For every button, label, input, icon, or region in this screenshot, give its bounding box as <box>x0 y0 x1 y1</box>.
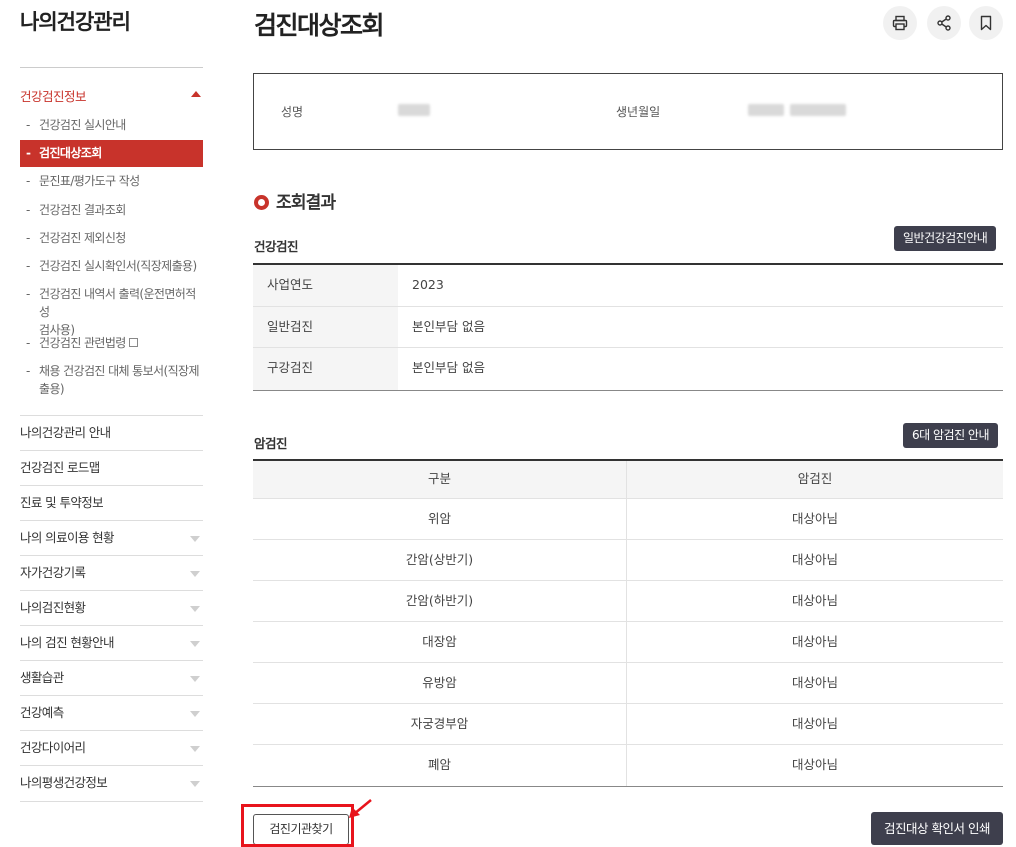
print-button[interactable] <box>883 6 917 40</box>
cancer-checkup-table: 구분 암검진 위암 대상아님 간암(상반기) 대상아님 간암(하반기) 대상아님… <box>253 459 1003 787</box>
annotation-highlight-box <box>241 804 354 847</box>
menu-item-lifestyle[interactable]: 생활습관 <box>20 660 203 695</box>
chevron-down-icon <box>190 711 200 717</box>
table-header: 구분 암검진 <box>253 461 1003 499</box>
sidebar-subitem-checkup-results[interactable]: - 건강검진 결과조회 <box>20 201 203 219</box>
sidebar-subitem-confirmation[interactable]: - 건강검진 실시확인서(직장제출용) <box>20 257 203 275</box>
menu-item-health-prediction[interactable]: 건강예측 <box>20 695 203 730</box>
sidebar-subitem-exclusion-request[interactable]: - 건강검진 제외신청 <box>20 229 203 247</box>
chevron-down-icon <box>190 676 200 682</box>
menu-item-guide[interactable]: 나의건강관리 안내 <box>20 415 203 450</box>
menu-item-treatment[interactable]: 진료 및 투약정보 <box>20 485 203 520</box>
general-checkup-table: 사업연도 2023 일반검진 본인부담 없음 구강검진 본인부담 없음 <box>253 263 1003 391</box>
table-row: 구강검진 본인부담 없음 <box>253 348 1003 390</box>
table-row: 간암(하반기) 대상아님 <box>253 581 1003 622</box>
menu-item-medical-usage[interactable]: 나의 의료이용 현황 <box>20 520 203 555</box>
chevron-up-icon <box>191 91 201 97</box>
personal-info-box: 성명 생년월일 <box>253 73 1003 150</box>
table-row: 사업연도 2023 <box>253 265 1003 307</box>
menu-item-checkup-status[interactable]: 나의검진현황 <box>20 590 203 625</box>
table-row: 폐암 대상아님 <box>253 745 1003 786</box>
table-row: 간암(상반기) 대상아님 <box>253 540 1003 581</box>
sidebar-subitem-related-laws[interactable]: - 건강검진 관련법령 <box>20 334 203 352</box>
result-heading: 조회결과 <box>254 188 336 213</box>
bookmark-button[interactable] <box>969 6 1003 40</box>
chevron-down-icon <box>190 536 200 542</box>
table-row: 자궁경부암 대상아님 <box>253 704 1003 745</box>
table-row: 유방암 대상아님 <box>253 663 1003 704</box>
menu-item-lifetime-info[interactable]: 나의평생건강정보 <box>20 765 203 800</box>
chevron-down-icon <box>190 606 200 612</box>
masked-birth <box>790 104 846 116</box>
page-title: 검진대상조회 <box>254 11 385 40</box>
menu-item-self-record[interactable]: 자가건강기록 <box>20 555 203 590</box>
birth-label: 생년월일 <box>616 105 661 119</box>
sidebar-section-health-checkup[interactable]: 건강검진정보 <box>20 86 203 104</box>
sidebar-subitem-questionnaire[interactable]: - 문진표/평가도구 작성 <box>20 172 203 190</box>
menu-item-checkup-status-guide[interactable]: 나의 검진 현황안내 <box>20 625 203 660</box>
share-icon <box>937 15 951 31</box>
print-confirmation-button[interactable]: 검진대상 확인서 인쇄 <box>871 812 1003 845</box>
menu-item-roadmap[interactable]: 건강검진 로드맵 <box>20 450 203 485</box>
chevron-down-icon <box>190 641 200 647</box>
cancer-checkup-label: 암검진 <box>254 436 288 451</box>
bookmark-icon <box>980 15 992 31</box>
sidebar-subitem-checkup-guide[interactable]: - 건강검진 실시안내 <box>20 116 203 134</box>
chevron-down-icon <box>190 571 200 577</box>
sidebar-title: 나의건강관리 <box>20 10 131 34</box>
masked-birth <box>748 104 784 116</box>
divider <box>20 67 203 68</box>
divider <box>20 801 203 802</box>
table-row: 위암 대상아님 <box>253 499 1003 540</box>
sidebar-subitem-employment-notice[interactable]: - 채용 건강검진 대체 통보서(직장제 출용) <box>20 362 203 398</box>
sidebar-section-label: 건강검진정보 <box>20 89 87 104</box>
sidebar-subitem-target-lookup[interactable]: - 검진대상조회 <box>20 140 203 167</box>
menu-item-health-diary[interactable]: 건강다이어리 <box>20 730 203 765</box>
general-checkup-guide-button[interactable]: 일반건강검진안내 <box>894 226 997 251</box>
chevron-down-icon <box>190 746 200 752</box>
print-icon <box>892 15 908 31</box>
location-pin-icon <box>254 195 269 210</box>
table-row: 대장암 대상아님 <box>253 622 1003 663</box>
annotation-arrow-icon <box>349 799 372 818</box>
chevron-down-icon <box>190 781 200 787</box>
general-checkup-label: 건강검진 <box>254 239 299 254</box>
name-label: 성명 <box>281 105 304 119</box>
external-link-icon <box>128 338 138 347</box>
masked-name <box>398 104 430 116</box>
cancer-checkup-guide-button[interactable]: 6대 암검진 안내 <box>903 423 999 448</box>
table-row: 일반검진 본인부담 없음 <box>253 306 1003 348</box>
sidebar-subitem-history-print[interactable]: - 건강검진 내역서 출력(운전면허적성 검사용) <box>20 285 203 339</box>
share-button[interactable] <box>927 6 961 40</box>
